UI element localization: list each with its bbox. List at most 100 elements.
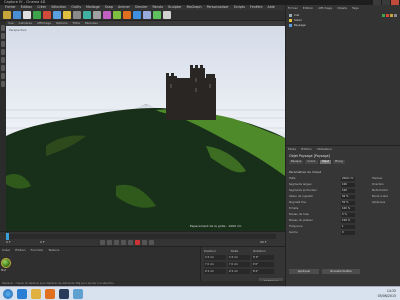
toolbar-tool-icon[interactable] bbox=[163, 11, 171, 19]
phong-tag-icon[interactable] bbox=[394, 14, 397, 17]
toolbar-tool-icon[interactable] bbox=[143, 11, 151, 19]
start-button-icon[interactable] bbox=[3, 288, 13, 299]
coord-field[interactable]: H 0° bbox=[252, 255, 274, 260]
toolbar-tool-icon[interactable] bbox=[93, 11, 101, 19]
coord-field[interactable]: B 0° bbox=[252, 269, 274, 274]
material-menu-item[interactable]: Texture bbox=[48, 248, 59, 252]
render-icon[interactable] bbox=[386, 14, 389, 17]
go-to-start-icon[interactable] bbox=[100, 240, 105, 245]
toolbar-tool-icon[interactable] bbox=[123, 11, 131, 19]
coord-field[interactable]: P 0° bbox=[252, 262, 274, 267]
attribute-menu-item[interactable]: Édition bbox=[301, 147, 311, 151]
paint-icon[interactable] bbox=[73, 288, 83, 299]
toolbar-tool-icon[interactable] bbox=[43, 11, 51, 19]
file-explorer-icon[interactable] bbox=[31, 288, 41, 299]
go-to-end-icon[interactable] bbox=[128, 240, 133, 245]
attribute-option[interactable]: Hauteur bbox=[372, 177, 383, 181]
visibility-icon[interactable] bbox=[382, 14, 385, 17]
attribute-field: Germe 0 bbox=[289, 231, 399, 235]
attribute-field-label: Taille bbox=[289, 177, 296, 180]
coord-field[interactable]: Z 0 cm bbox=[204, 269, 226, 274]
object-menu-item[interactable]: Objets bbox=[337, 6, 347, 10]
attribute-field: Niveau de l'eau 0 % bbox=[289, 213, 399, 217]
coord-field[interactable]: Z 0 cm bbox=[228, 269, 250, 274]
landscape-object-icon bbox=[289, 23, 292, 27]
tool-move-icon[interactable] bbox=[1, 25, 5, 31]
timeline-ruler[interactable] bbox=[6, 234, 276, 239]
attribute-field-value[interactable]: 100 % bbox=[341, 219, 355, 223]
attribute-option[interactable]: Bords à zéro bbox=[372, 195, 388, 199]
coord-field[interactable]: X 0 cm bbox=[204, 255, 226, 260]
material-menu-item[interactable]: Fonction bbox=[31, 248, 44, 252]
attribute-option[interactable]: Sphérique bbox=[372, 201, 385, 205]
toolbar-tool-icon[interactable] bbox=[83, 11, 91, 19]
tool-model-icon[interactable] bbox=[1, 73, 5, 79]
toolbar-tool-icon[interactable] bbox=[103, 11, 111, 19]
toolbar-tool-icon[interactable] bbox=[153, 11, 161, 19]
attribute-menu-item[interactable]: Mode bbox=[288, 147, 296, 151]
internet-explorer-icon[interactable] bbox=[17, 288, 27, 299]
tab-coord[interactable]: Coord. bbox=[305, 160, 318, 164]
attribute-field-value[interactable]: 100 bbox=[341, 189, 355, 193]
coord-field[interactable]: Y 0 cm bbox=[204, 262, 226, 267]
material-tag-icon[interactable] bbox=[390, 14, 393, 17]
toolbar-tool-icon[interactable] bbox=[23, 11, 31, 19]
next-frame-icon[interactable] bbox=[121, 240, 126, 245]
material-menu-item[interactable]: Édition bbox=[15, 248, 25, 252]
object-row-sun[interactable]: Soleil bbox=[289, 18, 302, 22]
transport-controls bbox=[100, 240, 154, 245]
tool-edges-icon[interactable] bbox=[1, 57, 5, 63]
attribute-field-value[interactable]: 0 bbox=[341, 231, 355, 235]
record-icon[interactable] bbox=[135, 240, 140, 245]
coord-field[interactable]: X 0 cm bbox=[228, 255, 250, 260]
media-player-icon[interactable] bbox=[45, 288, 55, 299]
toolbar-tool-icon[interactable] bbox=[33, 11, 41, 19]
tool-points-icon[interactable] bbox=[1, 49, 5, 55]
attribute-field-value[interactable]: 100 bbox=[341, 183, 355, 187]
toolbar-tool-icon[interactable] bbox=[73, 11, 81, 19]
object-menu-item[interactable]: Affichage bbox=[318, 6, 332, 10]
object-menu-item[interactable]: Fichier bbox=[288, 6, 298, 10]
attribute-field-value[interactable]: 1 bbox=[341, 225, 355, 229]
attribute-field-value[interactable]: 100 % bbox=[341, 207, 355, 211]
tab-object[interactable]: Objet bbox=[319, 160, 331, 164]
new-window-button[interactable]: Nouvelle fenêtre bbox=[322, 269, 360, 274]
tool-polygons-icon[interactable] bbox=[1, 65, 5, 71]
tool-texture-icon[interactable] bbox=[1, 81, 5, 87]
attribute-menu-item[interactable]: Utilisateur bbox=[317, 147, 332, 151]
toolbar-tool-icon[interactable] bbox=[53, 11, 61, 19]
object-menu-item[interactable]: Tags bbox=[352, 6, 359, 10]
autokey-icon[interactable] bbox=[142, 240, 147, 245]
material-preview[interactable] bbox=[1, 258, 11, 268]
attribute-field-value[interactable]: 50 % bbox=[341, 201, 355, 205]
tool-scale-icon[interactable] bbox=[1, 33, 5, 39]
tool-rotate-icon[interactable] bbox=[1, 41, 5, 47]
toolbar-tool-icon[interactable] bbox=[133, 11, 141, 19]
attribute-field-value[interactable]: 2000 cm bbox=[341, 177, 355, 181]
coord-field[interactable]: Y 0 cm bbox=[228, 262, 250, 267]
tab-phong[interactable]: Phong bbox=[332, 160, 345, 164]
material-menu-item[interactable]: Créer bbox=[2, 248, 10, 252]
toolbar-tool-icon[interactable] bbox=[63, 11, 71, 19]
object-row-landscape[interactable]: Paysage bbox=[289, 23, 306, 27]
keyframe-icon[interactable] bbox=[149, 240, 154, 245]
cinema4d-icon[interactable] bbox=[59, 288, 69, 299]
attribute-option[interactable]: Multi-fractal bbox=[372, 189, 388, 193]
play-icon[interactable] bbox=[114, 240, 119, 245]
3d-viewport[interactable]: Perspective bbox=[6, 26, 285, 231]
timeline-playhead[interactable] bbox=[6, 233, 9, 240]
toolbar-tool-icon[interactable] bbox=[13, 11, 21, 19]
apply-button[interactable]: Appliquer bbox=[289, 269, 319, 274]
attribute-option[interactable]: Direction bbox=[372, 183, 384, 187]
toolbar-tool-icon[interactable] bbox=[113, 11, 121, 19]
attribute-field-value[interactable]: 50 % bbox=[341, 195, 355, 199]
attribute-field-value[interactable]: 0 % bbox=[341, 213, 355, 217]
object-menu-item[interactable]: Édition bbox=[303, 6, 313, 10]
previous-frame-icon[interactable] bbox=[107, 240, 112, 245]
coord-row: Z 0 cm Z 0 cm B 0° bbox=[204, 269, 284, 274]
object-row-sky[interactable]: Ciel bbox=[289, 13, 299, 17]
tab-basic[interactable]: Basique bbox=[289, 160, 304, 164]
system-clock[interactable]: 14:32 05/06/2015 bbox=[378, 289, 396, 299]
toolbar-tool-icon[interactable] bbox=[3, 11, 11, 19]
castle bbox=[166, 65, 216, 120]
